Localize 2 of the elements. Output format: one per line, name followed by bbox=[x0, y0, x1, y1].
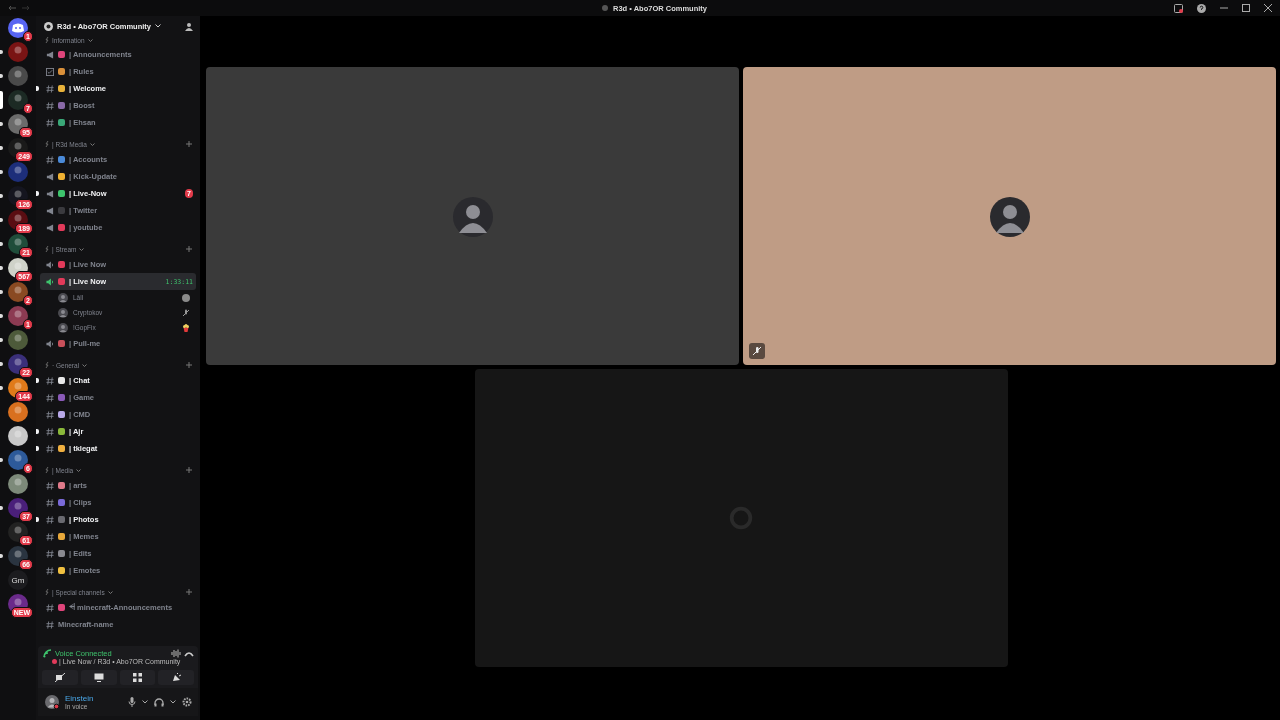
username[interactable]: Einstein bbox=[65, 694, 122, 703]
server-icon[interactable]: Gm bbox=[8, 570, 28, 590]
